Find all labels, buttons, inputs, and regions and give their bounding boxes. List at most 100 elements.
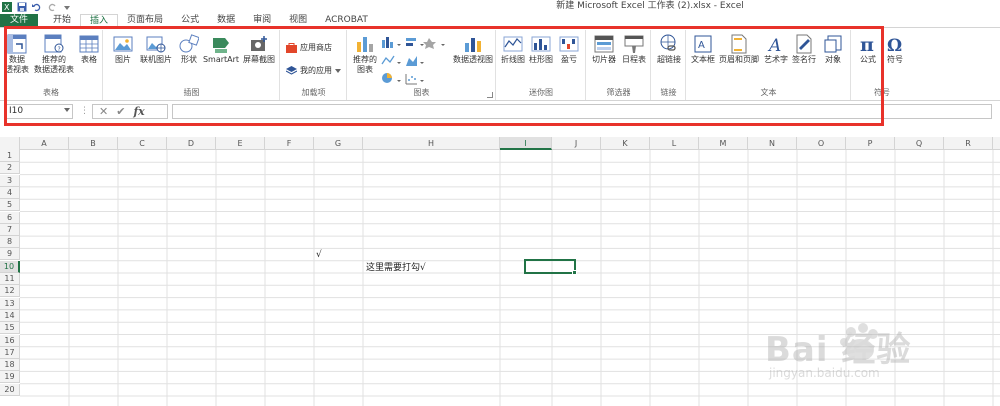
tab-home[interactable]: 开始 [44, 14, 80, 27]
bar-chart-icon[interactable] [406, 38, 416, 46]
active-cell-I10[interactable] [524, 259, 577, 275]
smartart-button[interactable]: SmartArt [203, 34, 239, 65]
wordart-button[interactable]: A 艺术字 [763, 34, 789, 65]
charts-dialog-launcher[interactable] [487, 92, 493, 98]
object-button[interactable]: 对象 [820, 34, 846, 65]
row-header-20[interactable]: 20 [0, 383, 20, 396]
row-header-15[interactable]: 15 [0, 322, 20, 335]
column-header-L[interactable]: L [650, 137, 699, 150]
row-header-3[interactable]: 3 [0, 174, 20, 187]
line-chart-icon[interactable] [381, 55, 395, 65]
row-header-11[interactable]: 11 [0, 273, 20, 285]
area-chart-icon[interactable] [406, 56, 417, 66]
pictures-button[interactable]: 图片 [112, 34, 134, 65]
row-header-9[interactable]: 9 [0, 248, 20, 261]
recommended-charts-button[interactable]: 推荐的 图表 [351, 34, 379, 75]
online-pictures-button[interactable]: 联机图片 [137, 34, 175, 65]
enter-icon[interactable]: ✔ [116, 105, 125, 118]
tab-data[interactable]: 数据 [208, 14, 244, 27]
recommended-pivot-button[interactable]: ? 推荐的 数据透视表 [32, 34, 76, 75]
select-all-corner[interactable] [0, 137, 20, 150]
row-header-12[interactable]: 12 [0, 285, 20, 298]
column-header-I[interactable]: I [500, 137, 552, 150]
pivot-chart-button[interactable]: 数据透视图 [452, 34, 494, 65]
row-header-5[interactable]: 5 [0, 199, 20, 212]
row-header-18[interactable]: 18 [0, 359, 20, 372]
group-links-label: 链接 [660, 88, 677, 97]
column-header-J[interactable]: J [552, 137, 601, 150]
column-header-H[interactable]: H [363, 137, 500, 150]
tab-formulas[interactable]: 公式 [172, 14, 208, 27]
slicer-button[interactable]: 切片器 [590, 34, 618, 65]
row-header-8[interactable]: 8 [0, 236, 20, 249]
sparkline-winloss-icon [559, 36, 579, 52]
column-header-P[interactable]: P [846, 137, 895, 150]
timeline-button[interactable]: 日程表 [620, 34, 648, 65]
pivot-table-button[interactable]: 数据 透视表 [4, 34, 30, 75]
column-header-O[interactable]: O [797, 137, 846, 150]
column-header-K[interactable]: K [601, 137, 650, 150]
tab-review[interactable]: 审阅 [244, 14, 280, 27]
fill-handle[interactable] [572, 270, 577, 275]
screenshot-button[interactable]: 屏幕截图 [241, 34, 277, 65]
symbol-button[interactable]: Ω 符号 [882, 34, 908, 65]
column-header-E[interactable]: E [216, 137, 265, 150]
tab-insert[interactable]: 插入 [80, 14, 119, 27]
row-header-13[interactable]: 13 [0, 297, 20, 310]
omega-icon: Ω [887, 36, 902, 54]
tab-acrobat[interactable]: ACROBAT [316, 14, 377, 27]
tab-page-layout[interactable]: 页面布局 [118, 14, 172, 27]
row-header-6[interactable]: 6 [0, 211, 20, 224]
column-header-D[interactable]: D [167, 137, 216, 150]
column-header-B[interactable]: B [69, 137, 118, 150]
column-header-Q[interactable]: Q [895, 137, 944, 150]
hyperlink-button[interactable]: 超链接 [655, 34, 683, 65]
sparkline-winloss-button[interactable]: 盈亏 [557, 34, 581, 65]
pie-chart-icon[interactable] [382, 73, 392, 83]
column-header-N[interactable]: N [748, 137, 797, 150]
formula-input[interactable] [172, 104, 992, 119]
column-header-F[interactable]: F [265, 137, 314, 150]
column-header-G[interactable]: G [314, 137, 363, 150]
scatter-chart-icon[interactable] [405, 74, 417, 85]
row-header-1[interactable]: 1 [0, 150, 20, 162]
group-tables-label: 表格 [43, 88, 59, 97]
timeline-icon [624, 35, 644, 53]
group-charts-label: 图表 [413, 88, 430, 97]
column-header-A[interactable]: A [20, 137, 69, 150]
chevron-down-icon[interactable] [64, 108, 70, 112]
tab-view[interactable]: 视图 [280, 14, 316, 27]
row-header-7[interactable]: 7 [0, 223, 20, 236]
cell-G9[interactable]: √ [316, 249, 322, 261]
cell-H10[interactable]: 这里需要打勾√ [366, 262, 426, 274]
row-header-14[interactable]: 14 [0, 309, 20, 322]
store-button[interactable]: 应用商店 [286, 42, 332, 53]
row-header-16[interactable]: 16 [0, 334, 20, 347]
row-header-4[interactable]: 4 [0, 186, 20, 199]
name-box[interactable]: I10 [5, 104, 73, 119]
column-chart-icon[interactable] [382, 37, 393, 48]
slicer-icon [594, 35, 614, 53]
column-header-C[interactable]: C [118, 137, 167, 150]
tab-file[interactable]: 文件 [0, 14, 39, 27]
group-symbols-label: 符号 [874, 88, 890, 97]
row-header-17[interactable]: 17 [0, 346, 20, 359]
column-header-M[interactable]: M [699, 137, 748, 150]
row-header-19[interactable]: 19 [0, 371, 20, 384]
textbox-button[interactable]: A 文本框 [690, 34, 716, 65]
insert-function-button[interactable]: fx [133, 105, 144, 118]
cancel-icon[interactable]: ✕ [99, 105, 108, 118]
signature-line-button[interactable]: 签名行 [791, 34, 817, 65]
row-header-10[interactable]: 10 [0, 260, 20, 273]
header-footer-button[interactable]: 页眉和页脚 [717, 34, 761, 65]
row-header-2[interactable]: 2 [0, 162, 20, 175]
hierarchy-chart-icon[interactable] [423, 38, 436, 49]
group-charts: 推荐的 图表 数据透视图 图表 [348, 30, 496, 100]
equation-button[interactable]: π 公式 [855, 34, 881, 65]
sparkline-column-button[interactable]: 柱形图 [528, 34, 554, 65]
my-apps-button[interactable]: 我的应用 [286, 65, 341, 76]
sparkline-line-button[interactable]: 折线图 [500, 34, 526, 65]
column-header-R[interactable]: R [944, 137, 993, 150]
table-button[interactable]: 表格 [78, 34, 100, 65]
shapes-button[interactable]: 形状 [178, 34, 200, 65]
